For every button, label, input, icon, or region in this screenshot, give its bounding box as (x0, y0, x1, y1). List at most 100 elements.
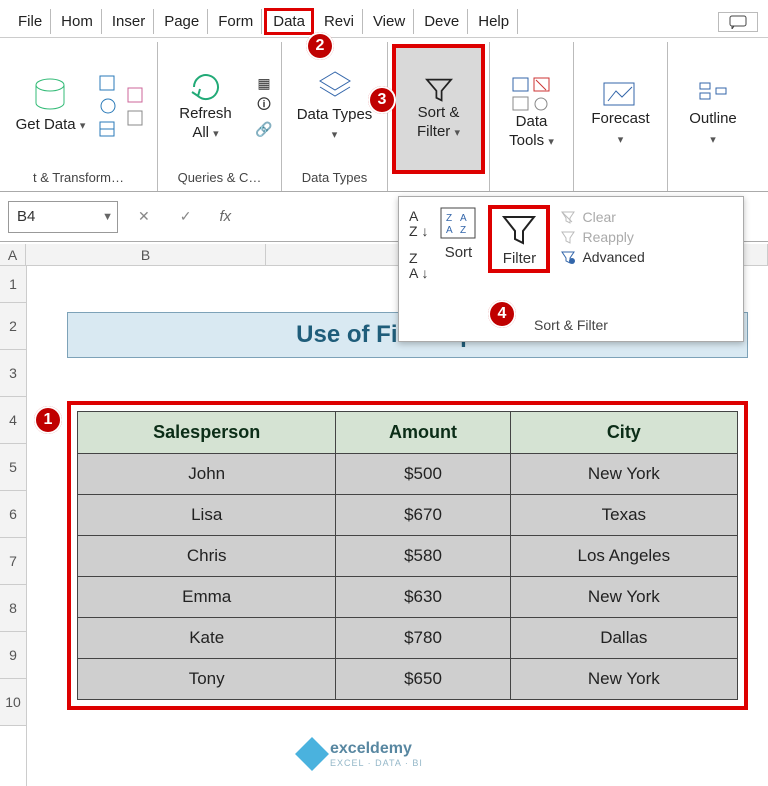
cell[interactable]: Chris (78, 536, 336, 577)
cell[interactable]: John (78, 454, 336, 495)
tab-insert[interactable]: Inser (104, 9, 154, 34)
cell[interactable]: Dallas (510, 618, 737, 659)
properties-button[interactable]: 🛈 (253, 96, 275, 116)
data-table-selection: Salesperson Amount City John$500New York… (67, 401, 748, 710)
cell[interactable]: $500 (336, 454, 510, 495)
refresh-all-button[interactable]: Refresh All ▾ (164, 66, 247, 147)
clear-label: Clear (582, 209, 615, 225)
data-tools-icon (512, 77, 551, 112)
table-row[interactable]: Lisa$670Texas (78, 495, 738, 536)
annotation-3: 3 (368, 86, 396, 114)
col-city[interactable]: City (510, 412, 737, 454)
tab-file[interactable]: File (10, 9, 51, 34)
cell[interactable]: Texas (510, 495, 737, 536)
tab-help[interactable]: Help (470, 9, 518, 34)
dropdown-group-label: Sort & Filter (409, 313, 733, 333)
reapply-filter-button[interactable]: Reapply (560, 229, 644, 245)
cell[interactable]: $580 (336, 536, 510, 577)
table-row[interactable]: Emma$630New York (78, 577, 738, 618)
data-tools-button[interactable]: Data Tools ▾ (496, 73, 567, 155)
edit-links-button[interactable]: 🔗 (253, 119, 275, 139)
forecast-icon (602, 79, 638, 109)
cell[interactable]: $630 (336, 577, 510, 618)
row-header-1[interactable]: 1 (0, 265, 26, 303)
data-tools-label: Data Tools ▾ (502, 112, 561, 151)
ribbon-group-sort-filter: Sort & Filter ▾ (388, 42, 490, 191)
ribbon-group-datatypes: Data Types ▾ Data Types (282, 42, 388, 191)
table-row[interactable]: Chris$580Los Angeles (78, 536, 738, 577)
svg-text:Z: Z (460, 225, 466, 236)
from-web-button[interactable] (97, 96, 119, 116)
tab-developer[interactable]: Deve (416, 9, 468, 34)
sort-button[interactable]: ZAAZ Sort (438, 205, 478, 261)
forecast-button[interactable]: Forecast▾ (585, 75, 655, 152)
ribbon-group-outline: Outline▾ (668, 42, 758, 191)
spreadsheet: 1 2 3 4 5 6 7 8 9 10 Use of Filter Optio… (0, 265, 768, 786)
tab-home[interactable]: Hom (53, 9, 102, 34)
tab-review[interactable]: Revi (316, 9, 363, 34)
ribbon-group-get-transform: Get Data ▾ t & Transform… (0, 42, 158, 191)
ribbon-group-queries: Refresh All ▾ ▦ 🛈 🔗 Queries & C… (158, 42, 282, 191)
cell[interactable]: Los Angeles (510, 536, 737, 577)
col-header-B[interactable]: B (26, 244, 266, 265)
row-header-6[interactable]: 6 (0, 491, 26, 538)
col-salesperson[interactable]: Salesperson (78, 412, 336, 454)
cell[interactable]: $670 (336, 495, 510, 536)
existing-connections-button[interactable] (125, 108, 147, 128)
cancel-formula-button[interactable]: ✕ (128, 208, 160, 225)
data-types-button[interactable]: Data Types ▾ (288, 65, 381, 148)
cell[interactable]: New York (510, 659, 737, 700)
table-row[interactable]: Kate$780Dallas (78, 618, 738, 659)
row-header-5[interactable]: 5 (0, 444, 26, 491)
chevron-down-icon: ▼ (102, 211, 113, 223)
clear-filter-button[interactable]: Clear (560, 209, 644, 225)
tab-formulas[interactable]: Form (210, 9, 262, 34)
sort-asc-button[interactable]: AZ ↓ (409, 209, 428, 240)
advanced-label: Advanced (582, 249, 644, 265)
cell[interactable]: Lisa (78, 495, 336, 536)
tab-view[interactable]: View (365, 9, 414, 34)
ribbon: Get Data ▾ t & Transform… Refresh All ▾ … (0, 38, 768, 192)
row-header-7[interactable]: 7 (0, 538, 26, 585)
row-header-10[interactable]: 10 (0, 679, 26, 726)
row-header-3[interactable]: 3 (0, 350, 26, 397)
forecast-label: Forecast▾ (591, 109, 649, 148)
cell[interactable]: Tony (78, 659, 336, 700)
filter-button[interactable]: Filter (488, 205, 550, 273)
cell[interactable]: $650 (336, 659, 510, 700)
fx-label[interactable]: fx (219, 208, 231, 225)
tab-page-layout[interactable]: Page (156, 9, 208, 34)
reapply-label: Reapply (582, 229, 633, 245)
comments-button[interactable] (718, 12, 758, 32)
from-text-button[interactable] (97, 73, 119, 93)
ribbon-group-tools: Data Tools ▾ (490, 42, 574, 191)
table-row[interactable]: John$500New York (78, 454, 738, 495)
enter-formula-button[interactable]: ✓ (170, 208, 202, 225)
row-header-9[interactable]: 9 (0, 632, 26, 679)
cell[interactable]: New York (510, 454, 737, 495)
sort-asc-desc: AZ ↓ ZA ↓ (409, 205, 428, 282)
row-header-4[interactable]: 4 (0, 397, 26, 444)
sort-desc-button[interactable]: ZA ↓ (409, 251, 428, 282)
sheet-content[interactable]: Use of Filter Option Salesperson Amount … (27, 265, 768, 786)
row-header-2[interactable]: 2 (0, 303, 26, 350)
table-row[interactable]: Tony$650New York (78, 659, 738, 700)
outline-button[interactable]: Outline▾ (680, 75, 746, 152)
cell[interactable]: $780 (336, 618, 510, 659)
recent-sources-button[interactable] (125, 85, 147, 105)
row-header-8[interactable]: 8 (0, 585, 26, 632)
cell[interactable]: Kate (78, 618, 336, 659)
name-box-value: B4 (17, 208, 35, 225)
cell[interactable]: New York (510, 577, 737, 618)
cell[interactable]: Emma (78, 577, 336, 618)
queries-connections-button[interactable]: ▦ (253, 73, 275, 93)
from-table-button[interactable] (97, 119, 119, 139)
sort-filter-button[interactable]: Sort & Filter ▾ (392, 44, 485, 174)
tab-data[interactable]: Data (264, 8, 314, 35)
col-amount[interactable]: Amount (336, 412, 510, 454)
reapply-icon (560, 230, 576, 244)
name-box[interactable]: B4 ▼ (8, 201, 118, 233)
advanced-filter-button[interactable]: Advanced (560, 249, 644, 265)
col-header-A[interactable]: A (0, 244, 26, 265)
get-data-button[interactable]: Get Data ▾ (10, 73, 92, 139)
